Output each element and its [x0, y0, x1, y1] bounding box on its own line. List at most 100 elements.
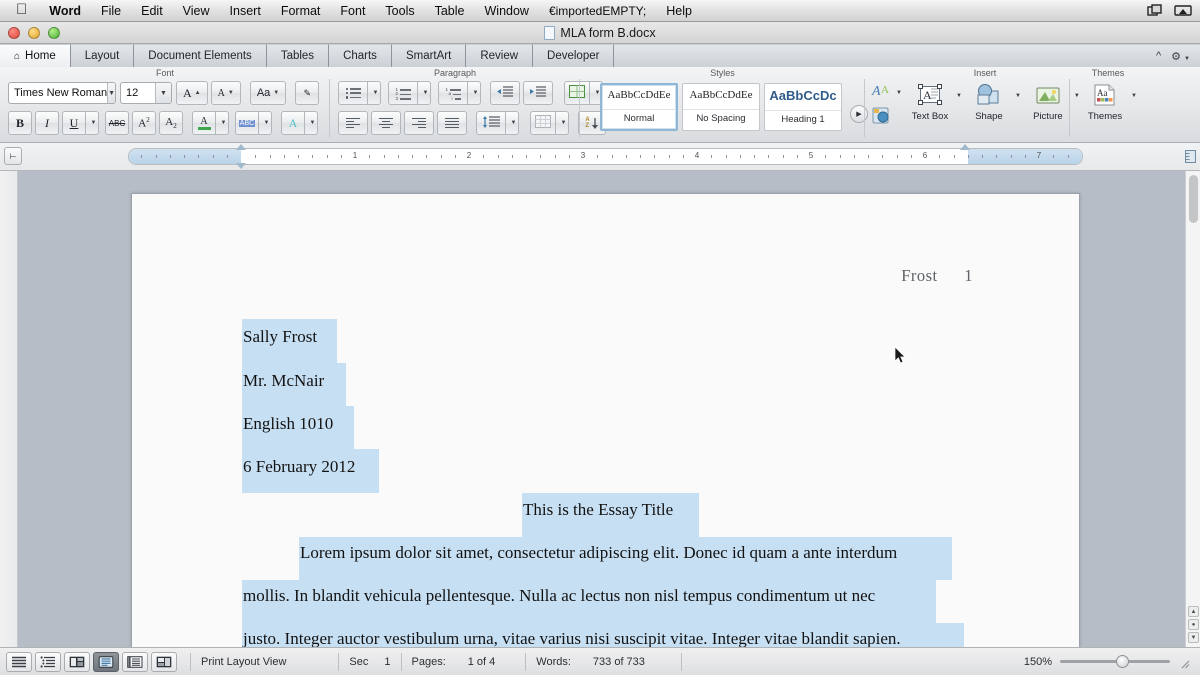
multilevel-dropdown[interactable]: ▼ [468, 81, 481, 105]
strikethrough-button[interactable]: ABC [105, 111, 129, 135]
vertical-ruler-toggle-icon[interactable] [1185, 150, 1196, 163]
highlight-dropdown[interactable]: ▼ [259, 111, 272, 135]
clear-formatting-button[interactable]: ✎ [295, 81, 319, 105]
gear-icon[interactable]: ⚙▼ [1171, 50, 1190, 63]
style-no-spacing[interactable]: AaBbCcDdEе No Spacing [682, 83, 760, 131]
tab-stop-selector[interactable]: ⊢ [4, 147, 22, 165]
style-normal[interactable]: AaBbCcDdEе Normal [600, 83, 678, 131]
airplay-icon[interactable] [1174, 4, 1192, 18]
chevron-down-icon[interactable]: ▼ [155, 83, 171, 103]
increase-indent-button[interactable] [523, 81, 553, 105]
justify-button[interactable] [437, 111, 467, 135]
tab-smartart[interactable]: SmartArt [392, 44, 466, 67]
tab-review[interactable]: Review [466, 44, 533, 67]
tab-layout[interactable]: Layout [71, 44, 135, 67]
menu-word[interactable]: Word [39, 0, 91, 22]
left-indent-marker[interactable] [236, 163, 246, 169]
align-left-button[interactable] [338, 111, 368, 135]
font-color-button[interactable]: A [192, 111, 216, 135]
tab-tables[interactable]: Tables [267, 44, 329, 67]
horizontal-ruler[interactable]: 1234567 [128, 148, 1083, 165]
style-normal-preview: AaBbCcDdEе [602, 90, 676, 101]
text-effects-dropdown[interactable]: ▼ [305, 111, 318, 135]
publishing-layout-button[interactable] [64, 652, 90, 672]
first-line-indent-marker[interactable] [236, 144, 246, 150]
line-spacing-button[interactable] [476, 111, 506, 135]
decrease-indent-button[interactable] [490, 81, 520, 105]
underline-dropdown[interactable]: ▼ [86, 111, 99, 135]
outline-view-button[interactable] [35, 652, 61, 672]
grow-font-button[interactable]: A▲ [176, 81, 208, 105]
menu-format[interactable]: Format [271, 0, 331, 22]
bold-button[interactable]: B [8, 111, 32, 135]
line-spacing-dropdown[interactable]: ▼ [506, 111, 519, 135]
bullets-dropdown[interactable]: ▼ [368, 81, 381, 105]
shading-dropdown[interactable]: ▼ [556, 111, 569, 135]
bluetooth-icon[interactable]: €importedEMPTY; [539, 0, 656, 22]
chevron-up-icon[interactable]: ^ [1156, 50, 1161, 62]
subscript-button[interactable]: A2 [159, 111, 183, 135]
text-box-dropdown[interactable]: ▼ [956, 93, 962, 99]
wordart-button[interactable]: AA ▼ [871, 81, 902, 104]
highlight-button[interactable]: ABC [235, 111, 259, 135]
bullets-button[interactable] [338, 81, 368, 105]
vertical-scrollbar[interactable]: ▲ ● ▼ [1185, 171, 1200, 647]
vertical-scrollbar-thumb[interactable] [1189, 175, 1198, 223]
menu-help[interactable]: Help [656, 0, 702, 22]
italic-button[interactable]: I [35, 111, 59, 135]
font-size-combo[interactable]: 12 ▼ [120, 82, 172, 104]
chevron-down-icon[interactable]: ▼ [107, 83, 115, 103]
menu-tools[interactable]: Tools [375, 0, 424, 22]
right-indent-marker[interactable] [960, 144, 970, 150]
numbering-dropdown[interactable]: ▼ [418, 81, 431, 105]
menu-file[interactable]: File [91, 0, 131, 22]
font-color-dropdown[interactable]: ▼ [216, 111, 229, 135]
tab-charts[interactable]: Charts [329, 44, 392, 67]
font-color-letter: A [200, 117, 207, 127]
themes-button[interactable]: Aa Themes [1082, 81, 1128, 122]
zoom-slider[interactable] [1060, 660, 1170, 663]
shape-dropdown[interactable]: ▼ [1015, 93, 1021, 99]
resize-grip-icon[interactable] [1178, 656, 1190, 668]
menu-edit[interactable]: Edit [131, 0, 173, 22]
subscript-icon: A2 [165, 116, 176, 130]
text-box-button[interactable]: A Text Box [907, 81, 953, 122]
next-object-icon[interactable]: ▼ [1188, 632, 1199, 643]
tab-document-elements[interactable]: Document Elements [134, 44, 267, 67]
photo-button[interactable] [871, 106, 893, 130]
menu-table[interactable]: Table [425, 0, 475, 22]
draft-view-button[interactable] [6, 652, 32, 672]
zoom-slider-knob[interactable] [1116, 655, 1129, 668]
shrink-font-button[interactable]: A▼ [211, 81, 241, 105]
picture-button[interactable]: Picture [1025, 81, 1071, 122]
menu-insert[interactable]: Insert [220, 0, 271, 22]
document-canvas[interactable]: Frost 1 Sally Frost Mr. McNair English 1… [0, 171, 1200, 647]
shading-button[interactable] [530, 111, 556, 135]
align-center-button[interactable] [371, 111, 401, 135]
apple-logo-icon[interactable]:  [16, 2, 27, 17]
style-heading-1[interactable]: AaBbCcDс Heading 1 [764, 83, 842, 131]
menu-font[interactable]: Font [330, 0, 375, 22]
menu-window[interactable]: Window [475, 0, 539, 22]
tab-developer[interactable]: Developer [533, 44, 614, 67]
menu-view[interactable]: View [173, 0, 220, 22]
multilevel-list-button[interactable]: 1 a i [438, 81, 468, 105]
previous-object-icon[interactable]: ▲ [1188, 606, 1199, 617]
superscript-button[interactable]: A2 [132, 111, 156, 135]
underline-control: U ▼ [62, 111, 99, 135]
underline-button[interactable]: U [62, 111, 86, 135]
document-page[interactable]: Frost 1 Sally Frost Mr. McNair English 1… [131, 193, 1080, 663]
font-name-combo[interactable]: Times New Roman ▼ [8, 82, 116, 104]
tab-home[interactable]: ⌂ Home [0, 44, 71, 67]
select-browse-object-icon[interactable]: ● [1188, 619, 1199, 630]
change-case-button[interactable]: Aa▼ [250, 81, 286, 105]
screen-share-icon[interactable] [1146, 4, 1164, 18]
print-layout-button[interactable] [93, 652, 119, 672]
themes-dropdown[interactable]: ▼ [1131, 93, 1137, 99]
text-effects-button[interactable]: A [281, 111, 305, 135]
notebook-layout-button[interactable] [122, 652, 148, 672]
full-screen-button[interactable] [151, 652, 177, 672]
shape-button[interactable]: Shape [966, 81, 1012, 122]
align-right-button[interactable] [404, 111, 434, 135]
numbering-button[interactable]: 1 2 3 [388, 81, 418, 105]
